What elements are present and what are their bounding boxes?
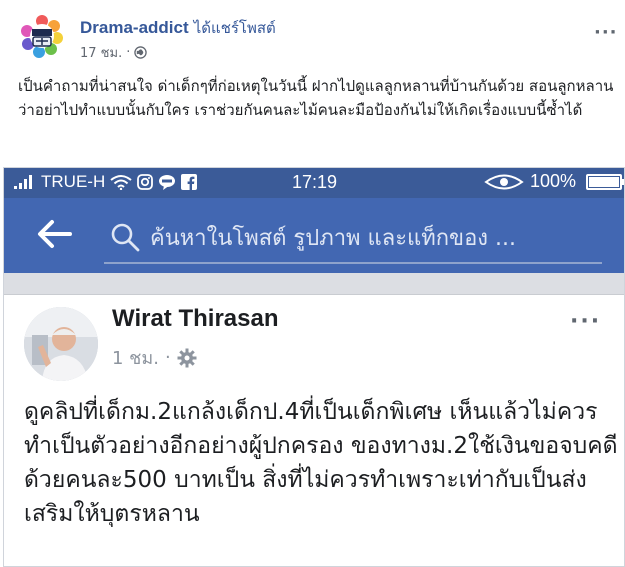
drama-addict-logo-icon <box>19 13 65 59</box>
post-caption: เป็นคำถามที่น่าสนใจ ด่าเด็กๆที่ก่อเหตุใน… <box>18 77 614 119</box>
author-line: Drama-addict ได้แชร์โพสต์ <box>80 16 276 40</box>
profile-photo <box>24 307 98 381</box>
status-right: 100% <box>484 171 624 192</box>
post-search-field[interactable]: ค้นหาในโพสต์ รูปภาพ และแท็กของ ... <box>104 218 602 264</box>
original-post-body: ดูคลิปที่เด็กม.2แกล้งเด็กป.4ที่เป็นเด็กพ… <box>24 399 618 527</box>
meta-separator: · <box>126 45 131 60</box>
carrier-name: TRUE-H <box>41 172 106 191</box>
back-arrow-icon[interactable] <box>36 218 72 250</box>
battery-percent: 100% <box>530 171 577 191</box>
author-name[interactable]: Drama-addict <box>80 18 189 37</box>
status-left: TRUE-H <box>14 172 198 192</box>
globe-icon[interactable] <box>134 46 148 59</box>
instagram-icon <box>137 174 154 190</box>
post-header: Drama-addict ได้แชร์โพสต์ 17 ชม. · ··· <box>18 12 618 68</box>
post-meta: 17 ชม. · <box>80 42 148 63</box>
original-meta-separator: · <box>164 347 171 368</box>
search-icon <box>111 223 140 252</box>
shared-label: ได้แชร์โพสต์ <box>193 19 276 37</box>
search-navbar: ค้นหาในโพสต์ รูปภาพ และแท็กของ ... <box>4 198 624 273</box>
original-author[interactable]: Wirat Thirasan <box>112 305 279 333</box>
original-options-button[interactable]: ··· <box>570 309 601 334</box>
wirat-avatar[interactable] <box>24 307 98 381</box>
signal-icon <box>14 175 32 189</box>
line-app-icon <box>159 175 176 190</box>
page-avatar[interactable] <box>18 12 66 60</box>
facebook-icon <box>181 174 198 190</box>
post-time[interactable]: 17 ชม. <box>80 42 122 63</box>
original-time[interactable]: 1 ชม. <box>112 343 159 372</box>
feed-divider <box>4 273 624 295</box>
status-time: 17:19 <box>292 172 338 192</box>
post-options-button[interactable]: ··· <box>594 22 618 43</box>
shared-screenshot: TRUE-H 17:19 100% ค้นหาในโพสต์ รูปภาพ แล… <box>3 167 625 567</box>
wifi-icon <box>110 175 132 190</box>
eye-icon <box>484 174 524 189</box>
original-post: Wirat Thirasan 1 ชม. · ··· ดูคลิปที่เด็ก… <box>4 295 624 566</box>
battery-icon <box>586 173 624 190</box>
status-bar: TRUE-H 17:19 100% <box>4 168 624 198</box>
original-meta: 1 ชม. · <box>112 343 197 372</box>
settings-gear-icon <box>177 348 197 367</box>
search-placeholder: ค้นหาในโพสต์ รูปภาพ และแท็กของ ... <box>150 226 516 251</box>
battery-level <box>589 176 620 187</box>
